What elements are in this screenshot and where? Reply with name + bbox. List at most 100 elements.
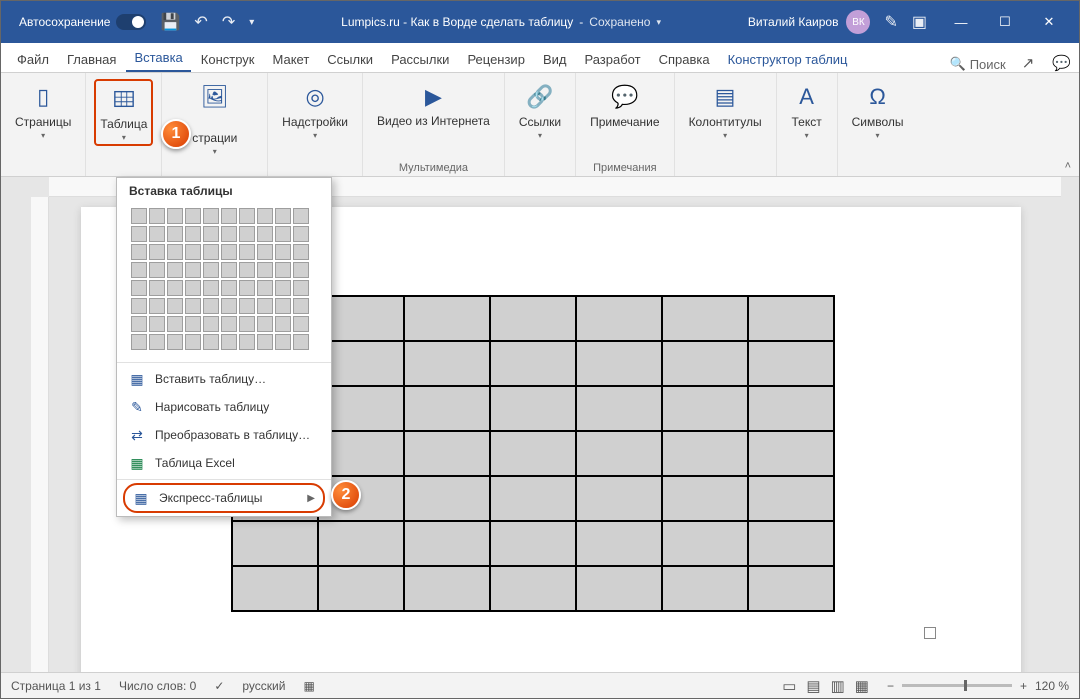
status-language[interactable]: русский <box>242 679 285 693</box>
macro-icon[interactable]: ▦ <box>303 679 314 693</box>
links-button[interactable]: 🔗 Ссылки ▾ <box>513 79 567 142</box>
menu-draw-table[interactable]: ✎ Нарисовать таблицу <box>117 393 331 421</box>
table-grid-selector[interactable] <box>117 202 331 360</box>
tab-home[interactable]: Главная <box>59 46 124 72</box>
comment-button[interactable]: 💬 Примечание <box>584 79 665 131</box>
qat-dropdown-icon[interactable]: ▾ <box>249 17 254 28</box>
group-label-comments: Примечания <box>593 160 657 174</box>
toggle-switch-icon[interactable] <box>116 14 146 30</box>
view-buttons: ▭ ▤ ▥ ▦ <box>782 677 869 695</box>
title-bar: Автосохранение 💾 ↶ ↷ ▾ Lumpics.ru - Как … <box>1 1 1079 43</box>
tab-layout[interactable]: Макет <box>265 46 318 72</box>
group-links: 🔗 Ссылки ▾ <box>505 73 576 176</box>
menu-convert-table[interactable]: ⇄ Преобразовать в таблицу… <box>117 421 331 449</box>
textbox-icon: A <box>791 81 823 113</box>
document-title: Lumpics.ru - Как в Ворде сделать таблицу <box>341 15 573 29</box>
menu-quick-tables[interactable]: ▦ Экспресс-таблицы ▶ <box>123 483 325 513</box>
user-avatar[interactable]: ВК <box>846 10 870 34</box>
group-media: ▶ Видео из Интернета Мультимедиа <box>363 73 505 176</box>
text-button[interactable]: A Текст ▾ <box>785 79 829 142</box>
header-icon: ▤ <box>709 81 741 113</box>
tab-review[interactable]: Рецензир <box>459 46 533 72</box>
excel-icon: ▦ <box>129 455 145 471</box>
table-resize-handle[interactable] <box>924 627 936 639</box>
zoom-control[interactable]: − + 120 % <box>887 679 1069 693</box>
search-label: Поиск <box>970 57 1006 72</box>
user-area[interactable]: Виталий Каиров ВК <box>748 10 871 34</box>
omega-icon: Ω <box>862 81 894 113</box>
comments-icon[interactable]: 💬 <box>1052 54 1071 72</box>
window-controls: ― ☐ ✕ <box>939 1 1071 43</box>
autosave-label: Автосохранение <box>19 15 110 29</box>
ribbon-tabs: Файл Главная Вставка Конструк Макет Ссыл… <box>1 43 1079 73</box>
drawing-mode-icon[interactable]: ✎ <box>884 12 897 32</box>
menu-excel-table[interactable]: ▦ Таблица Excel <box>117 449 331 477</box>
zoom-level[interactable]: 120 % <box>1035 679 1069 693</box>
maximize-button[interactable]: ☐ <box>983 1 1027 43</box>
vertical-ruler[interactable] <box>31 197 49 672</box>
tab-references[interactable]: Ссылки <box>319 46 381 72</box>
spellcheck-icon[interactable]: ✓ <box>214 679 224 693</box>
save-icon[interactable]: 💾 <box>160 12 180 32</box>
zoom-in-icon[interactable]: + <box>1020 679 1027 693</box>
group-pages: ▯ Страницы ▾ <box>1 73 86 176</box>
zoom-slider[interactable] <box>902 684 1012 687</box>
callout-2: 2 <box>331 480 361 510</box>
status-page[interactable]: Страница 1 из 1 <box>11 679 101 693</box>
group-addins: ◎ Надстройки ▾ <box>268 73 363 176</box>
save-state[interactable]: Сохранено <box>589 15 650 29</box>
collapse-ribbon-icon[interactable]: ˄ <box>1065 160 1071 172</box>
tab-mailings[interactable]: Рассылки <box>383 46 457 72</box>
undo-icon[interactable]: ↶ <box>194 12 207 32</box>
tab-table-design[interactable]: Конструктор таблиц <box>720 46 856 72</box>
comment-icon: 💬 <box>609 81 641 113</box>
redo-icon[interactable]: ↷ <box>222 12 235 32</box>
pictures-icon: 🖼 <box>199 81 231 113</box>
tab-design[interactable]: Конструк <box>193 46 263 72</box>
quick-tables-icon: ▦ <box>133 490 149 506</box>
submenu-arrow-icon: ▶ <box>307 493 315 504</box>
table-icon <box>108 83 140 115</box>
quick-access-toolbar: 💾 ↶ ↷ ▾ <box>160 12 254 32</box>
headerfooter-button[interactable]: ▤ Колонтитулы ▾ <box>683 79 768 142</box>
group-symbols: Ω Символы ▾ <box>838 73 918 176</box>
share-icon[interactable]: ↗ <box>1022 54 1035 72</box>
page-icon: ▯ <box>27 81 59 113</box>
zoom-out-icon[interactable]: − <box>887 679 894 693</box>
search-box[interactable]: 🔍 Поиск <box>950 56 1006 72</box>
link-icon: 🔗 <box>524 81 556 113</box>
web-layout-icon[interactable]: ▦ <box>855 677 869 695</box>
tab-file[interactable]: Файл <box>9 46 57 72</box>
tab-insert[interactable]: Вставка <box>126 44 190 72</box>
callout-1: 1 <box>161 119 191 149</box>
close-button[interactable]: ✕ <box>1027 1 1071 43</box>
table-button[interactable]: Таблица ▾ <box>94 79 153 146</box>
addins-button[interactable]: ◎ Надстройки ▾ <box>276 79 354 142</box>
group-tables: Таблица ▾ <box>86 73 162 176</box>
pages-button[interactable]: ▯ Страницы ▾ <box>9 79 77 142</box>
group-text: A Текст ▾ <box>777 73 838 176</box>
video-icon: ▶ <box>417 81 449 113</box>
symbols-button[interactable]: Ω Символы ▾ <box>846 79 910 142</box>
status-bar: Страница 1 из 1 Число слов: 0 ✓ русский … <box>1 672 1079 698</box>
menu-insert-table[interactable]: ▦ Вставить таблицу… <box>117 365 331 393</box>
group-comments: 💬 Примечание Примечания <box>576 73 674 176</box>
tab-help[interactable]: Справка <box>651 46 718 72</box>
ribbon-display-icon[interactable]: ▣ <box>912 12 927 32</box>
autosave-toggle[interactable]: Автосохранение <box>19 14 146 30</box>
search-icon: 🔍 <box>950 56 966 72</box>
user-name: Виталий Каиров <box>748 15 839 29</box>
group-label-media: Мультимедиа <box>399 160 468 174</box>
tab-view[interactable]: Вид <box>535 46 575 72</box>
print-layout-icon[interactable]: ▥ <box>831 677 845 695</box>
focus-view-icon[interactable]: ▭ <box>782 677 796 695</box>
online-video-button[interactable]: ▶ Видео из Интернета <box>371 79 496 130</box>
dropdown-title: Вставка таблицы <box>117 178 331 202</box>
status-word-count[interactable]: Число слов: 0 <box>119 679 196 693</box>
insert-table-icon: ▦ <box>129 371 145 387</box>
tab-developer[interactable]: Разработ <box>576 46 648 72</box>
read-view-icon[interactable]: ▤ <box>806 677 820 695</box>
table-dropdown: Вставка таблицы ▦ Вставить таблицу… ✎ На… <box>116 177 332 517</box>
addins-icon: ◎ <box>299 81 331 113</box>
minimize-button[interactable]: ― <box>939 1 983 43</box>
